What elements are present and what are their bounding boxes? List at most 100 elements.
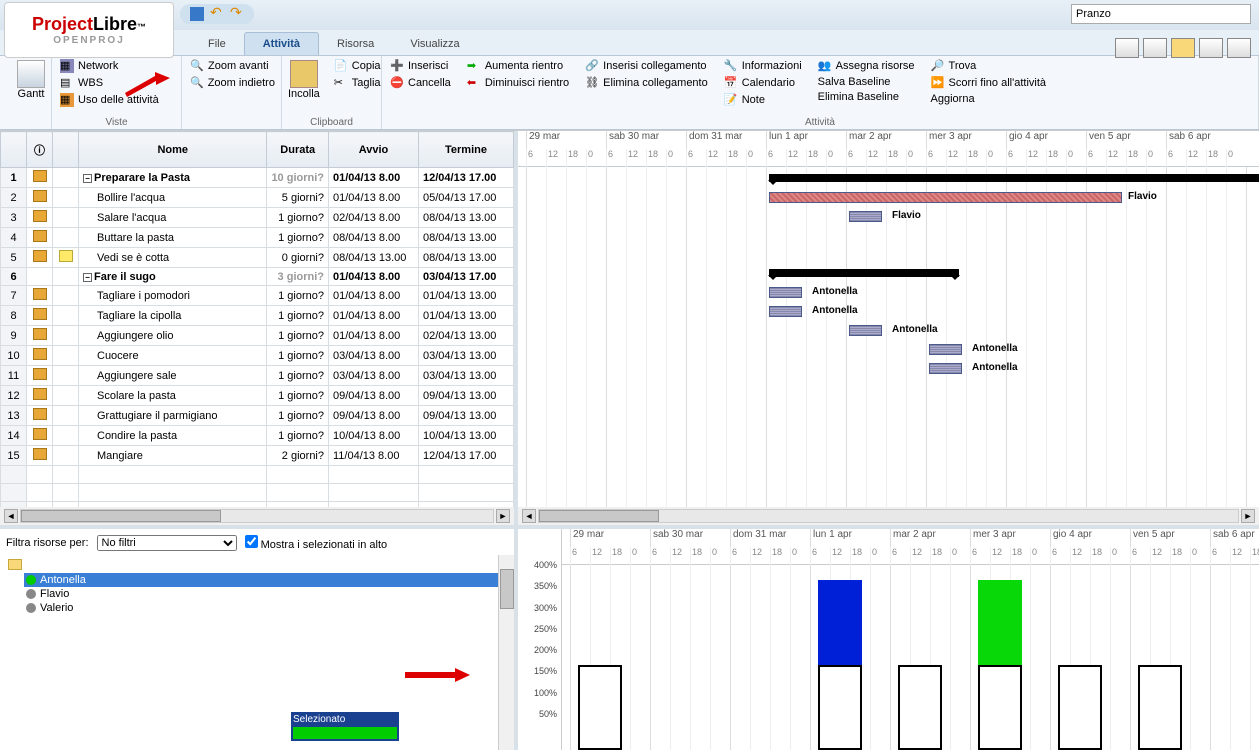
hist-bar-over[interactable] (818, 580, 862, 665)
delete-link[interactable]: ⛓Elimina collegamento (583, 75, 710, 91)
table-row[interactable]: 8 Tagliare la cipolla 1 giorno? 01/04/13… (1, 306, 514, 326)
table-row[interactable]: 6 −Fare il sugo 3 giorni? 01/04/13 8.000… (1, 268, 514, 286)
information[interactable]: 🔧Informazioni (722, 58, 804, 74)
note-icon (59, 250, 73, 262)
zoom-in[interactable]: 🔍Zoom avanti (188, 58, 275, 74)
note[interactable]: 📝Note (722, 92, 804, 108)
assign-resources[interactable]: 👥Assegna risorse (816, 58, 917, 74)
gantt-bar[interactable] (769, 174, 1259, 182)
chart-icon[interactable] (1115, 38, 1139, 58)
table-hscroll[interactable]: ◄► (0, 507, 514, 525)
bar-label: Antonella (892, 324, 938, 335)
table-row[interactable]: 1 −Preparare la Pasta 10 giorni? 01/04/1… (1, 168, 514, 188)
delete-task[interactable]: ⛔Cancella (388, 75, 453, 91)
table-row[interactable]: 9 Aggiungere olio 1 giorno? 01/04/13 8.0… (1, 326, 514, 346)
table-row[interactable]: 10 Cuocere 1 giorno? 03/04/13 8.0003/04/… (1, 346, 514, 366)
resource-item[interactable]: Flavio (24, 587, 508, 601)
gantt-button[interactable]: Gantt (10, 58, 52, 100)
gantt-bar[interactable] (769, 192, 1122, 203)
search-input[interactable] (1071, 4, 1251, 24)
histogram-chart[interactable] (562, 565, 1259, 750)
filter-select[interactable]: No filtri (97, 535, 237, 551)
logo-project: Project (32, 14, 93, 34)
hist-bar-over[interactable] (978, 580, 1022, 665)
hist-bar-capacity[interactable] (1138, 665, 1182, 750)
task-icon (33, 368, 47, 380)
copy-button[interactable]: 📄Copia (332, 58, 383, 74)
blank-icon[interactable] (1227, 38, 1251, 58)
resource-item[interactable]: Antonella (24, 573, 508, 587)
hist-bar-capacity[interactable] (578, 665, 622, 750)
gantt-bar[interactable] (769, 287, 802, 298)
save-icon[interactable] (190, 7, 204, 21)
gantt-pane: 29 mar612180sab 30 mar612180dom 31 mar61… (518, 131, 1259, 525)
hist-bar-capacity[interactable] (1058, 665, 1102, 750)
gantt-bar[interactable] (769, 306, 802, 317)
hist-bar-capacity[interactable] (898, 665, 942, 750)
find[interactable]: 🔎Trova (929, 58, 1048, 74)
table-row[interactable]: 15 Mangiare 2 giorni? 11/04/13 8.0012/04… (1, 446, 514, 466)
network-view[interactable]: ▦Network (58, 58, 175, 74)
zoom-out[interactable]: 🔍Zoom indietro (188, 75, 275, 91)
task-usage-view[interactable]: ▦Uso delle attività (58, 92, 175, 108)
histogram-icon[interactable] (1171, 38, 1195, 58)
table-row[interactable]: 3 Salare l'acqua 1 giorno? 02/04/13 8.00… (1, 208, 514, 228)
table-row[interactable]: 11 Aggiungere sale 1 giorno? 03/04/13 8.… (1, 366, 514, 386)
resource-dot-icon (26, 589, 36, 599)
task-icon (33, 170, 47, 182)
tab-visualizza[interactable]: Visualizza (392, 33, 477, 55)
cut-button[interactable]: ✂Taglia (332, 75, 383, 91)
calendar[interactable]: 📅Calendario (722, 75, 804, 91)
save-baseline[interactable]: Salva Baseline (816, 75, 917, 89)
paste-button[interactable]: Incolla (288, 58, 320, 100)
indent-minus[interactable]: ⬅Diminuisci rientro (465, 75, 571, 91)
gantt-hscroll[interactable]: ◄► (518, 507, 1259, 525)
insert-task[interactable]: ➕Inserisci (388, 58, 453, 74)
gantt-bar[interactable] (849, 211, 882, 222)
table-row[interactable]: 7 Tagliare i pomodori 1 giorno? 01/04/13… (1, 286, 514, 306)
menu-bar: File Attività Risorsa Visualizza (0, 30, 1259, 56)
resource-dot-icon (26, 575, 36, 585)
usage-icon[interactable] (1199, 38, 1223, 58)
resource-item[interactable]: Valerio (24, 601, 508, 615)
hist-bar-capacity[interactable] (818, 665, 862, 750)
table-row[interactable]: 5 Vedi se è cotta 0 giorni? 08/04/13 13.… (1, 248, 514, 268)
chart2-icon[interactable] (1143, 38, 1167, 58)
logo-libre: Libre (93, 14, 137, 34)
gantt-chart[interactable]: FlavioFlavioAntonellaAntonellaAntonellaA… (518, 167, 1259, 507)
redo-icon[interactable]: ↷ (230, 7, 244, 21)
show-selected-checkbox[interactable]: Mostra i selezionati in alto (245, 535, 388, 551)
table-row[interactable]: 12 Scolare la pasta 1 giorno? 09/04/13 8… (1, 386, 514, 406)
indent-plus[interactable]: ➡Aumenta rientro (465, 58, 571, 74)
insert-link[interactable]: 🔗Inserisi collegamento (583, 58, 710, 74)
hist-bar-capacity[interactable] (978, 665, 1022, 750)
table-row[interactable]: 14 Condire la pasta 1 giorno? 10/04/13 8… (1, 426, 514, 446)
update[interactable]: Aggiorna (929, 92, 1048, 106)
table-row[interactable]: 13 Grattugiare il parmigiano 1 giorno? 0… (1, 406, 514, 426)
gantt-bar[interactable] (929, 363, 962, 374)
histogram-pane: 50%100%150%200%250%300%350%400% 29 mar61… (518, 529, 1259, 750)
ribbon: Gantt ▦Network ▤WBS ▦Uso delle attività … (0, 56, 1259, 130)
tab-attivita[interactable]: Attività (244, 32, 319, 55)
gantt-bar[interactable] (769, 269, 959, 277)
gantt-bar[interactable] (929, 344, 962, 355)
folder-icon (8, 559, 22, 570)
task-table[interactable]: ⓘ Nome Durata Avvio Termine 1 −Preparare… (0, 131, 514, 507)
table-row[interactable]: 2 Bollire l'acqua 5 giorni? 01/04/13 8.0… (1, 188, 514, 208)
gantt-bar[interactable] (849, 325, 882, 336)
task-icon (33, 428, 47, 440)
bar-label: Flavio (1128, 191, 1157, 202)
task-icon (33, 190, 47, 202)
task-icon (33, 308, 47, 320)
undo-icon[interactable]: ↶ (210, 7, 224, 21)
bar-label: Antonella (812, 286, 858, 297)
bar-label: Flavio (892, 210, 921, 221)
tab-file[interactable]: File (190, 33, 244, 55)
resource-vscroll[interactable] (498, 555, 514, 750)
table-row[interactable]: 4 Buttare la pasta 1 giorno? 08/04/13 8.… (1, 228, 514, 248)
wbs-view[interactable]: ▤WBS (58, 75, 175, 91)
scroll-to-task[interactable]: ⏩Scorri fino all'attività (929, 75, 1048, 91)
resource-tree[interactable]: AntonellaFlavioValerio (6, 559, 508, 615)
delete-baseline[interactable]: Elimina Baseline (816, 90, 917, 104)
tab-risorsa[interactable]: Risorsa (319, 33, 392, 55)
